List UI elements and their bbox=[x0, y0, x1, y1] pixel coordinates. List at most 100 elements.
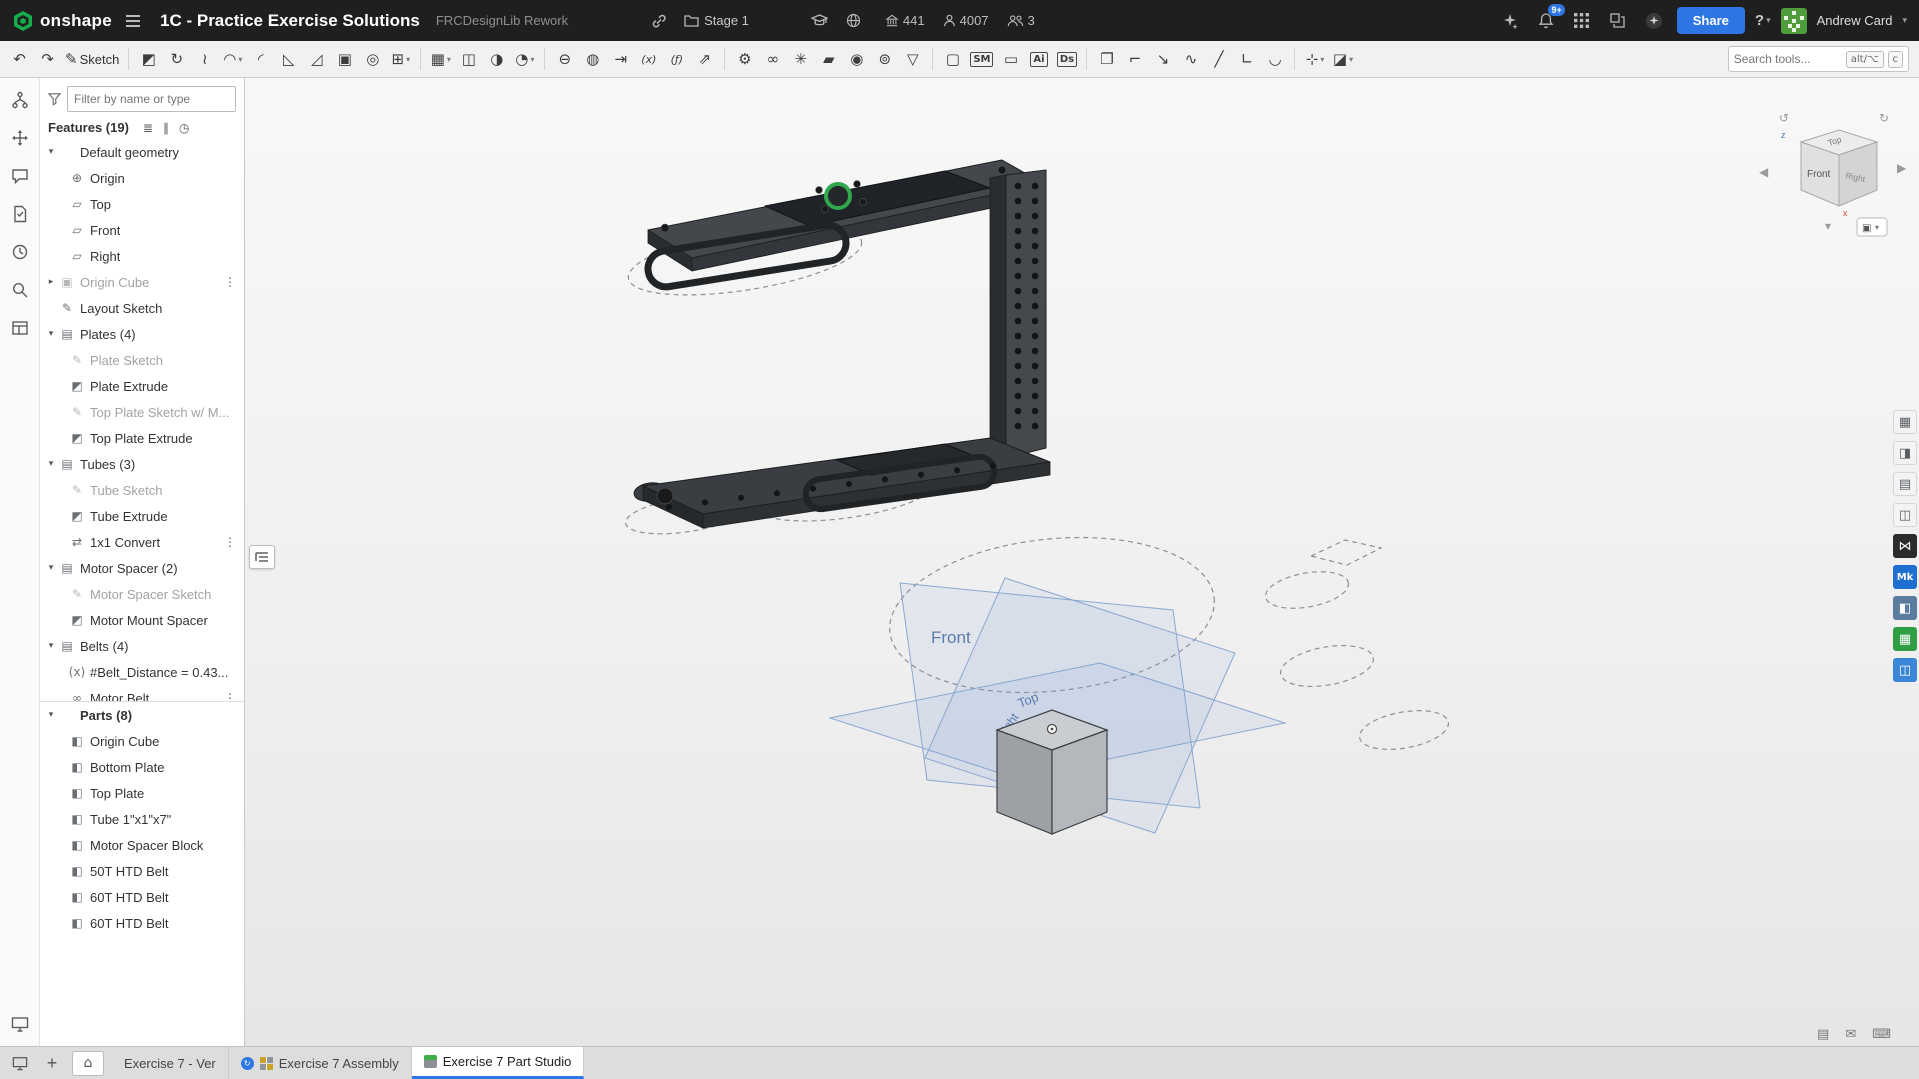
layout-panel-icon[interactable]: ◧ bbox=[1893, 596, 1917, 620]
feature-tree-toggle[interactable] bbox=[249, 545, 275, 569]
custom-tables-icon[interactable] bbox=[8, 316, 32, 340]
rotate-left-arrow-icon[interactable]: ◀ bbox=[1759, 165, 1769, 179]
sweep-icon[interactable]: ≀ ▾ bbox=[191, 45, 218, 74]
sketch-button[interactable]: ✎ Sketch ▾ bbox=[62, 45, 122, 74]
sprocket-icon[interactable]: ✳ ▾ bbox=[787, 45, 814, 74]
revolve-icon[interactable]: ↻ ▾ bbox=[163, 45, 190, 74]
frame-corner-icon[interactable]: ∟ ▾ bbox=[1233, 45, 1260, 74]
document-tab[interactable]: Exercise 7 Part Studio bbox=[412, 1047, 585, 1079]
document-tab[interactable]: ↻ Exercise 7 Assembly bbox=[229, 1047, 412, 1079]
feature-row[interactable]: ▱ Front ⋮ bbox=[40, 217, 244, 243]
versions-icon[interactable] bbox=[8, 88, 32, 112]
shell-icon[interactable]: ▣ ▾ bbox=[331, 45, 358, 74]
notifications-icon[interactable]: 9+ bbox=[1533, 8, 1559, 34]
feature-row[interactable]: ▾ Default geometry ⋮ bbox=[40, 139, 244, 165]
part-row[interactable]: ◧ Bottom Plate bbox=[40, 754, 244, 780]
view-mode-menu[interactable]: ▣ ▾ bbox=[1857, 218, 1887, 236]
pulley-icon[interactable]: ⊚ ▾ bbox=[871, 45, 898, 74]
roll-cw-icon[interactable]: ↻ bbox=[1879, 111, 1889, 125]
avatar[interactable] bbox=[1781, 8, 1807, 34]
bracket-part[interactable] bbox=[633, 160, 1050, 528]
part-row[interactable]: ◧ Top Plate bbox=[40, 780, 244, 806]
part-row[interactable]: ◧ Motor Spacer Block bbox=[40, 832, 244, 858]
fill-icon[interactable]: ◍ ▾ bbox=[579, 45, 606, 74]
draft-icon[interactable]: ◿ ▾ bbox=[303, 45, 330, 74]
feature-row[interactable]: ∞ Motor Belt ⋮ bbox=[40, 685, 244, 701]
feature-row[interactable]: ⇄ 1x1 Convert ⋮ bbox=[40, 529, 244, 555]
workspace-selector[interactable]: Stage 1 bbox=[684, 13, 749, 28]
mirror-icon[interactable]: ◫ ▾ bbox=[455, 45, 482, 74]
filter-funnel-icon[interactable] bbox=[48, 92, 61, 106]
share-button[interactable]: Share bbox=[1677, 7, 1745, 34]
screenshot-icon[interactable]: ▤ bbox=[1817, 1027, 1829, 1042]
fillet-icon[interactable]: ◜ ▾ bbox=[247, 45, 274, 74]
chevron-down[interactable]: ▾ bbox=[44, 329, 58, 339]
feature-row[interactable]: ✎ Motor Spacer Sketch ⋮ bbox=[40, 581, 244, 607]
main-menu-icon[interactable] bbox=[120, 8, 146, 34]
chevron-down-icon[interactable]: ▾ bbox=[1902, 16, 1907, 26]
feature-row[interactable]: ◩ Plate Extrude ⋮ bbox=[40, 373, 244, 399]
move-face-icon[interactable]: ⇥ ▾ bbox=[607, 45, 634, 74]
user-name[interactable]: Andrew Card bbox=[1817, 13, 1893, 28]
belt-icon[interactable]: ∞ ▾ bbox=[759, 45, 786, 74]
offset-surface-icon[interactable]: ⊖ ▾ bbox=[551, 45, 578, 74]
follow-mode-icon[interactable] bbox=[8, 1012, 32, 1036]
feature-row[interactable]: ▾ ▤ Tubes (3) ⋮ bbox=[40, 451, 244, 477]
feature-filter-input[interactable] bbox=[67, 86, 236, 112]
comments-icon[interactable] bbox=[8, 164, 32, 188]
funnel-icon[interactable]: ▽ ▾ bbox=[899, 45, 926, 74]
home-tab-button[interactable]: ⌂ bbox=[72, 1051, 104, 1076]
document-tab[interactable]: Exercise 7 - Ver bbox=[112, 1047, 229, 1079]
row-menu-icon[interactable]: ⋮ bbox=[224, 275, 244, 289]
ai-spark-icon[interactable] bbox=[1497, 8, 1523, 34]
feature-row[interactable]: (x) #Belt_Distance = 0.43... ⋮ bbox=[40, 659, 244, 685]
feature-row[interactable]: ▾ ▤ Motor Spacer (2) ⋮ bbox=[40, 555, 244, 581]
shortcuts-icon[interactable]: ⌨ bbox=[1872, 1027, 1891, 1042]
help-menu[interactable]: ? ▾ bbox=[1755, 12, 1771, 29]
history-icon[interactable] bbox=[8, 240, 32, 264]
frames-panel-icon[interactable]: ◨ bbox=[1893, 441, 1917, 465]
part-row[interactable]: ◧ 60T HTD Belt bbox=[40, 884, 244, 910]
onshape-logo[interactable]: onshape bbox=[12, 10, 112, 32]
row-menu-icon[interactable]: ⋮ bbox=[224, 691, 244, 701]
chevron-down-icon[interactable]: ▾ bbox=[44, 710, 58, 720]
rotate-down-arrow-icon[interactable]: ▾ bbox=[1825, 219, 1831, 233]
sheet-metal-icon[interactable]: SM ▾ bbox=[967, 45, 996, 74]
ai-drawing-icon[interactable]: Ai ▾ bbox=[1025, 45, 1052, 74]
boolean-icon[interactable]: ◑ ▾ bbox=[483, 45, 510, 74]
rotate-right-arrow-icon[interactable]: ▶ bbox=[1897, 161, 1907, 175]
rollback-history-icon[interactable]: ◷ bbox=[179, 121, 189, 135]
presentation-icon[interactable] bbox=[8, 1051, 32, 1075]
part-row[interactable]: ◧ Tube 1"x1"x7" bbox=[40, 806, 244, 832]
linear-pattern-icon[interactable]: ▦ ▾ bbox=[427, 45, 454, 74]
gear-icon[interactable]: ⚙ ▾ bbox=[731, 45, 758, 74]
undo-icon[interactable]: ↶ ▾ bbox=[6, 45, 33, 74]
redo-icon[interactable]: ↷ ▾ bbox=[34, 45, 61, 74]
feature-row[interactable]: ✎ Layout Sketch ⋮ bbox=[40, 295, 244, 321]
drawing-check-icon[interactable] bbox=[8, 202, 32, 226]
feedback-icon[interactable]: ✉ bbox=[1845, 1027, 1856, 1042]
transform-rail-icon[interactable] bbox=[8, 126, 32, 150]
spline-icon[interactable]: ∿ ▾ bbox=[1177, 45, 1204, 74]
pause-regeneration-icon[interactable]: ∥ bbox=[163, 121, 169, 135]
columns-panel-icon[interactable]: ◫ bbox=[1893, 658, 1917, 682]
flatten-icon[interactable]: ▭ ▾ bbox=[997, 45, 1024, 74]
rib-icon[interactable]: ⊞ ▾ bbox=[387, 45, 414, 74]
split-icon[interactable]: ◔ ▾ bbox=[511, 45, 538, 74]
insert-feature-icon[interactable]: ≣ bbox=[143, 121, 153, 135]
drawing-standard-icon[interactable]: Ds ▾ bbox=[1053, 45, 1080, 74]
loft-icon[interactable]: ◠ ▾ bbox=[219, 45, 246, 74]
hole-table-icon[interactable]: ▦ bbox=[1893, 410, 1917, 434]
mate-connector-icon[interactable]: ⊹ ▾ bbox=[1301, 45, 1328, 74]
graphics-area[interactable]: Front Top Right bbox=[245, 78, 1919, 1046]
feature-row[interactable]: ◩ Motor Mount Spacer ⋮ bbox=[40, 607, 244, 633]
origin-cube-part[interactable] bbox=[997, 710, 1107, 834]
part-row[interactable]: ◧ 50T HTD Belt bbox=[40, 858, 244, 884]
part-row[interactable]: ◧ 60T HTD Belt bbox=[40, 910, 244, 936]
feature-row[interactable]: ◩ Tube Extrude ⋮ bbox=[40, 503, 244, 529]
chevron-down[interactable]: ▾ bbox=[44, 459, 58, 469]
windows-icon[interactable] bbox=[1605, 8, 1631, 34]
feature-row[interactable]: ◩ Top Plate Extrude ⋮ bbox=[40, 425, 244, 451]
view-cube[interactable]: Front Top Right ◀ ▶ ↺ ↻ ▾ z x ▣ ▾ bbox=[1759, 111, 1907, 236]
enclose-icon[interactable]: ▢ ▾ bbox=[939, 45, 966, 74]
